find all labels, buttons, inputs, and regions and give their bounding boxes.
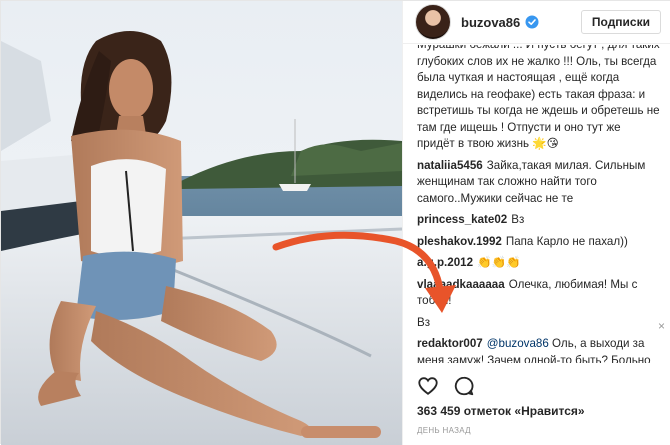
- following-button[interactable]: Подписки: [580, 10, 661, 34]
- comment-highlighted: redaktor007 @buzova86 Оль, а выходи за ме…: [417, 336, 661, 363]
- instagram-post: buzova86 Подписки Мурашки бежали ... И п…: [0, 0, 670, 445]
- comment: nataliia5456 Зайка,такая милая. Сильным ж…: [417, 158, 661, 208]
- comment-text: Вз: [417, 315, 431, 329]
- post-header: buzova86 Подписки: [403, 1, 670, 44]
- username-link[interactable]: buzova86: [461, 15, 520, 30]
- comment: pleshakov.1992 Папа Карло не пахал)): [417, 234, 661, 251]
- comment-text: Вз: [511, 213, 525, 226]
- comment: Вз: [417, 315, 661, 332]
- verified-badge-icon: [525, 15, 539, 29]
- comment-text: 👏👏👏: [477, 256, 521, 269]
- comment-author-link[interactable]: nataliia5456: [417, 159, 483, 172]
- comment-text: Папа Карло не пахал)): [505, 234, 628, 248]
- delete-comment-icon[interactable]: ×: [658, 319, 665, 333]
- comment: vlaaaadkaaaaaa Олечка, любимая! Мы с тобо…: [417, 277, 661, 310]
- post-sidebar: buzova86 Подписки Мурашки бежали ... И п…: [402, 1, 670, 445]
- comment: a.g.p.2012 👏👏👏: [417, 255, 661, 272]
- like-heart-icon[interactable]: [417, 375, 439, 397]
- likes-count[interactable]: 363 459 отметок «Нравится»: [417, 404, 585, 418]
- comment-author-link[interactable]: a.g.p.2012: [417, 256, 473, 269]
- post-photo[interactable]: [1, 1, 402, 445]
- comment-text: Мурашки бежали ... И пусть бегут , для т…: [417, 45, 660, 150]
- comments-list[interactable]: Мурашки бежали ... И пусть бегут , для т…: [417, 45, 661, 363]
- comment: princess_kate02 Вз: [417, 212, 661, 229]
- comment-author-link[interactable]: pleshakov.1992: [417, 235, 502, 248]
- comment-bubble-icon[interactable]: [453, 375, 475, 397]
- comment: Мурашки бежали ... И пусть бегут , для т…: [417, 45, 661, 153]
- comment-author-link[interactable]: princess_kate02: [417, 213, 507, 226]
- avatar[interactable]: [415, 4, 451, 40]
- post-photo-image: [1, 1, 402, 445]
- mention-link[interactable]: @buzova86: [487, 337, 549, 350]
- post-timestamp: ДЕНЬ НАЗАД: [417, 426, 471, 435]
- post-actions: [417, 375, 475, 397]
- comment-author-link[interactable]: vlaaaadkaaaaaa: [417, 278, 505, 291]
- comment-author-link[interactable]: redaktor007: [417, 337, 483, 350]
